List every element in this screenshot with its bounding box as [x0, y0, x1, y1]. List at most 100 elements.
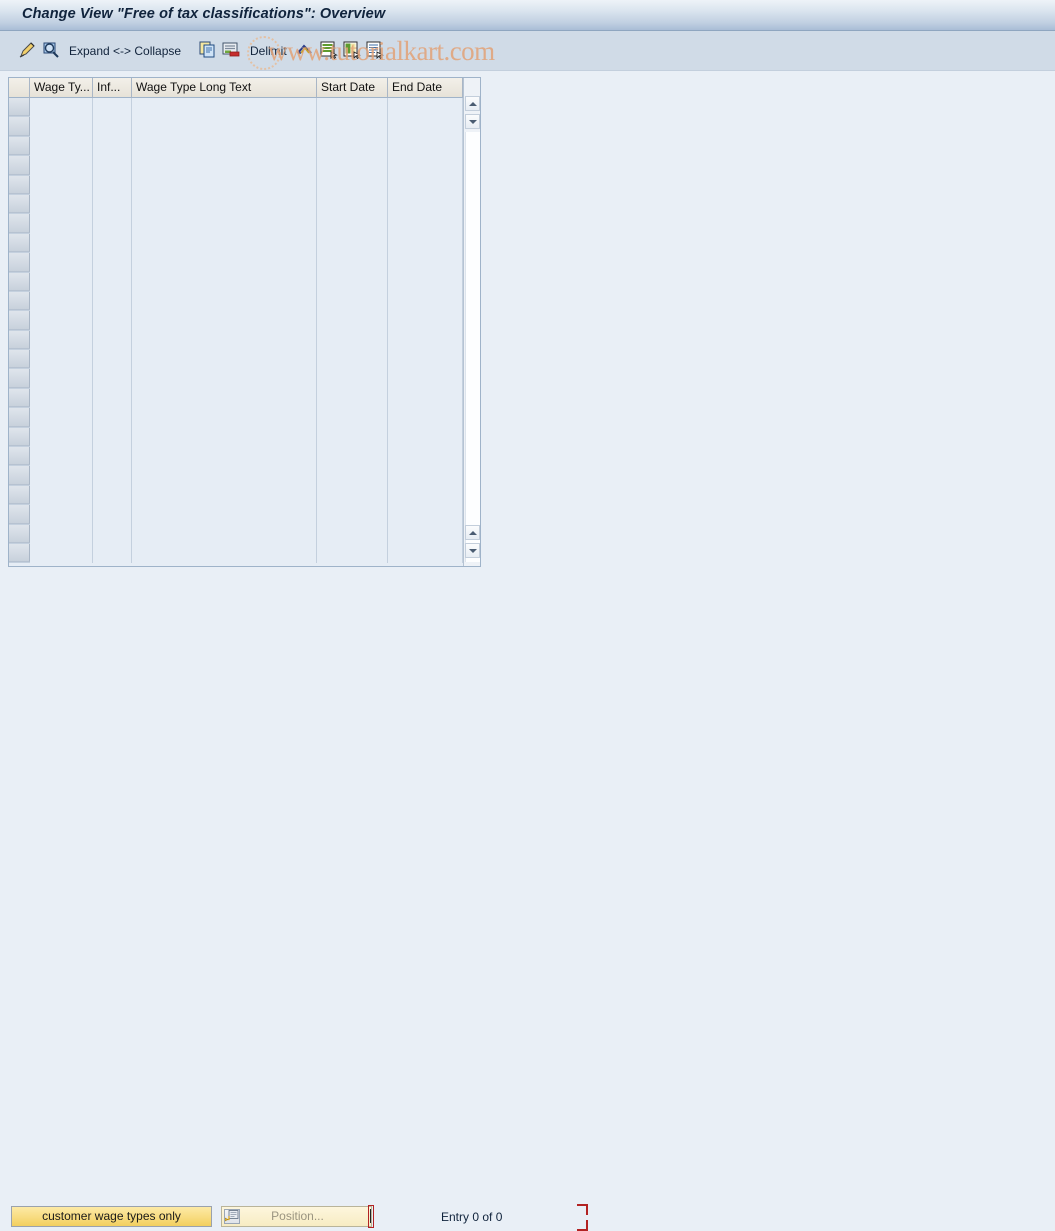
table-cell-start-date[interactable] [317, 330, 388, 351]
table-row[interactable] [9, 233, 480, 254]
column-header-long-text[interactable]: Wage Type Long Text [132, 78, 317, 98]
table-cell-infotype[interactable] [93, 505, 132, 525]
table-cell-infotype[interactable] [93, 427, 132, 448]
table-cell-wage-type[interactable] [30, 388, 93, 409]
expand-collapse-button[interactable]: Expand <-> Collapse [69, 44, 181, 58]
table-row[interactable] [9, 427, 480, 448]
table-cell-wage-type-long-text[interactable] [132, 427, 317, 448]
table-cell-wage-type-long-text[interactable] [132, 408, 317, 428]
table-cell-wage-type[interactable] [30, 330, 93, 351]
table-cell-wage-type[interactable] [30, 505, 93, 525]
pencil-display-change-icon[interactable] [18, 41, 36, 61]
table-cell-end-date[interactable] [388, 485, 463, 506]
table-cell-end-date[interactable] [388, 466, 463, 486]
table-row[interactable] [9, 253, 480, 273]
row-selector[interactable] [9, 175, 30, 194]
table-cell-end-date[interactable] [388, 253, 463, 273]
table-row[interactable] [9, 214, 480, 234]
table-cell-infotype[interactable] [93, 175, 132, 195]
table-cell-wage-type-long-text[interactable] [132, 253, 317, 273]
table-cell-wage-type-long-text[interactable] [132, 350, 317, 370]
table-cell-end-date[interactable] [388, 350, 463, 370]
table-row[interactable] [9, 291, 480, 312]
table-cell-wage-type-long-text[interactable] [132, 117, 317, 137]
table-cell-start-date[interactable] [317, 291, 388, 312]
table-cell-end-date[interactable] [388, 524, 463, 544]
column-header-end-date[interactable]: End Date [388, 78, 463, 98]
table-cell-infotype[interactable] [93, 447, 132, 467]
table-cell-start-date[interactable] [317, 253, 388, 273]
table-cell-infotype[interactable] [93, 524, 132, 544]
table-header-corner[interactable] [9, 78, 30, 98]
table-cell-end-date[interactable] [388, 291, 463, 312]
table-cell-wage-type-long-text[interactable] [132, 311, 317, 331]
table-cell-infotype[interactable] [93, 350, 132, 370]
table-cell-wage-type[interactable] [30, 350, 93, 370]
table-cell-wage-type-long-text[interactable] [132, 485, 317, 506]
table-cell-start-date[interactable] [317, 156, 388, 176]
table-cell-infotype[interactable] [93, 117, 132, 137]
row-selector[interactable] [9, 330, 30, 350]
row-selector[interactable] [9, 388, 30, 408]
table-row[interactable] [9, 98, 480, 118]
table-cell-end-date[interactable] [388, 427, 463, 448]
table-cell-end-date[interactable] [388, 117, 463, 137]
table-cell-infotype[interactable] [93, 330, 132, 351]
table-row[interactable] [9, 350, 480, 370]
position-button[interactable]: Position... [221, 1206, 372, 1227]
table-cell-wage-type[interactable] [30, 156, 93, 176]
table-row[interactable] [9, 175, 480, 195]
row-selector[interactable] [9, 543, 30, 563]
table-row[interactable] [9, 505, 480, 525]
table-cell-wage-type[interactable] [30, 272, 93, 292]
table-cell-wage-type-long-text[interactable] [132, 214, 317, 234]
delimit-row-icon[interactable] [222, 41, 240, 61]
table-cell-wage-type[interactable] [30, 253, 93, 273]
table-cell-end-date[interactable] [388, 194, 463, 215]
table-cell-start-date[interactable] [317, 311, 388, 331]
delimit-button[interactable]: Delimit [250, 44, 287, 58]
table-row[interactable] [9, 447, 480, 467]
table-cell-wage-type[interactable] [30, 485, 93, 506]
table-row[interactable] [9, 194, 480, 215]
table-cell-infotype[interactable] [93, 485, 132, 506]
column-header-start-date[interactable]: Start Date [317, 78, 388, 98]
table-cell-end-date[interactable] [388, 369, 463, 389]
table-cell-start-date[interactable] [317, 272, 388, 292]
table-row[interactable] [9, 311, 480, 331]
table-cell-wage-type[interactable] [30, 408, 93, 428]
column-header-wage-type[interactable]: Wage Ty... [30, 78, 93, 98]
undo-arrow-icon[interactable] [296, 41, 314, 61]
table-row[interactable] [9, 524, 480, 544]
table-cell-end-date[interactable] [388, 136, 463, 157]
row-selector[interactable] [9, 214, 30, 233]
row-selector[interactable] [9, 311, 30, 330]
scroll-page-up-icon[interactable] [465, 525, 480, 540]
table-cell-start-date[interactable] [317, 427, 388, 448]
row-selector[interactable] [9, 194, 30, 214]
table-cell-infotype[interactable] [93, 408, 132, 428]
position-input[interactable] [368, 1205, 374, 1228]
table-cell-wage-type-long-text[interactable] [132, 543, 317, 564]
table-cell-wage-type[interactable] [30, 214, 93, 234]
customer-wage-types-only-button[interactable]: customer wage types only [11, 1206, 212, 1227]
table-cell-end-date[interactable] [388, 272, 463, 292]
table-cell-wage-type[interactable] [30, 369, 93, 389]
scrollbar-track[interactable] [465, 132, 480, 562]
table-cell-start-date[interactable] [317, 350, 388, 370]
row-selector[interactable] [9, 485, 30, 505]
table-list-icon[interactable] [366, 41, 384, 61]
row-selector[interactable] [9, 117, 30, 136]
row-selector[interactable] [9, 156, 30, 175]
table-row[interactable] [9, 156, 480, 176]
table-cell-wage-type-long-text[interactable] [132, 466, 317, 486]
table-cell-start-date[interactable] [317, 466, 388, 486]
row-selector[interactable] [9, 369, 30, 388]
table-cell-wage-type[interactable] [30, 136, 93, 157]
table-cell-end-date[interactable] [388, 156, 463, 176]
table-cell-start-date[interactable] [317, 117, 388, 137]
table-row[interactable] [9, 117, 480, 137]
table-cell-wage-type-long-text[interactable] [132, 272, 317, 292]
table-cell-infotype[interactable] [93, 466, 132, 486]
table-cell-wage-type-long-text[interactable] [132, 369, 317, 389]
